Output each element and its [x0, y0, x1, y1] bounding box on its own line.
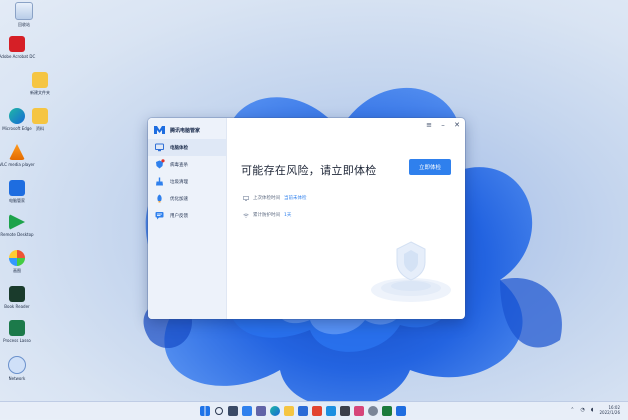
sidebar-nav: 电脑体检 病毒查杀 垃圾清理 优化加速 用户反馈 — [148, 139, 226, 224]
desktop-icon-reader[interactable]: Book Reader — [0, 286, 40, 314]
last-check-value[interactable]: 当前未体检 — [284, 195, 307, 201]
edge-icon[interactable] — [270, 406, 280, 416]
ebook-icon — [9, 286, 25, 302]
folder-icon — [32, 108, 48, 124]
search-icon[interactable] — [215, 407, 223, 415]
feedback-icon — [155, 212, 164, 220]
remote-desktop-icon — [9, 214, 25, 230]
desktop-icon-process[interactable]: Process Lasso — [0, 320, 40, 348]
office-icon[interactable] — [312, 406, 322, 416]
paint-icon — [9, 250, 25, 266]
network-icon[interactable]: ◔ — [580, 407, 584, 413]
vlc-icon — [9, 144, 25, 160]
photos-icon[interactable] — [340, 406, 350, 416]
taskbar-apps — [200, 406, 406, 416]
mail-icon[interactable] — [326, 406, 336, 416]
monitor-icon — [243, 195, 249, 201]
shield-illustration — [371, 241, 451, 302]
sidebar-item-checkup[interactable]: 电脑体检 — [148, 139, 226, 156]
desktop-icons: 回收站 Adobe Acrobat DC 新建文件夹 Microsoft Edg… — [0, 0, 60, 400]
bar-chart-icon — [9, 320, 25, 336]
desktop-icon-remote[interactable]: Remote Desktop — [0, 214, 40, 242]
file-explorer-icon[interactable] — [284, 406, 294, 416]
clock[interactable]: 16:02 2022/1/26 — [599, 405, 620, 415]
desktop-icon-adobe-acrobat[interactable]: Adobe Acrobat DC — [0, 36, 40, 64]
protection-time-value: 1天 — [284, 213, 292, 218]
pc-manager-taskbar-icon[interactable] — [396, 406, 406, 416]
terminal-icon[interactable] — [382, 406, 392, 416]
sidebar-item-feedback[interactable]: 用户反馈 — [148, 207, 226, 224]
pc-manager-window: 腾讯电脑管家 电脑体检 病毒查杀 垃圾清理 优化加速 用户反馈 ≡ – ✕ 可能… — [148, 118, 465, 319]
folder-icon — [32, 72, 48, 88]
clock-date: 2022/1/26 — [599, 410, 620, 415]
chevron-up-icon[interactable]: ⌃ — [570, 407, 574, 413]
desktop-icon-paint[interactable]: 画图 — [0, 250, 40, 278]
last-check-label: 上次体检时间 — [253, 196, 280, 201]
acrobat-icon — [9, 36, 25, 52]
desktop-icon-pc-manager[interactable]: 电脑管家 — [0, 180, 40, 208]
chat-icon[interactable] — [256, 406, 266, 416]
system-tray: ⌃ ◔ ◖ 16:02 2022/1/26 — [570, 405, 620, 415]
start-checkup-button[interactable]: 立即体检 — [409, 159, 451, 175]
last-check-row: 上次体检时间 当前未体检 — [243, 195, 307, 201]
main-panel: 可能存在风险，请立即体检 立即体检 上次体检时间 当前未体检 累计防护时间 1天 — [227, 118, 465, 319]
taskbar: ⌃ ◔ ◖ 16:02 2022/1/26 — [0, 401, 628, 420]
desktop-icon-folder-2[interactable]: 资料 — [17, 108, 63, 136]
sidebar-item-virus-scan[interactable]: 病毒查杀 — [148, 156, 226, 173]
desktop-icon-network[interactable]: Network — [0, 356, 40, 386]
monitor-icon — [155, 143, 164, 152]
windows-start-icon[interactable] — [200, 406, 210, 416]
desktop-icon-folder[interactable]: 新建文件夹 — [17, 72, 63, 100]
recycle-bin-icon — [15, 2, 33, 20]
protection-time-label: 累计防护时间 — [253, 213, 280, 218]
sidebar: 腾讯电脑管家 电脑体检 病毒查杀 垃圾清理 优化加速 用户反馈 — [148, 118, 227, 319]
protection-time-row: 累计防护时间 1天 — [243, 212, 291, 218]
volume-icon[interactable]: ◖ — [591, 407, 594, 413]
settings-icon[interactable] — [368, 406, 378, 416]
desktop-icon-recycle-bin[interactable]: 回收站 — [1, 2, 47, 32]
rocket-icon — [157, 194, 162, 203]
app-brand: 腾讯电脑管家 — [154, 124, 200, 136]
wifi-icon — [243, 213, 249, 218]
network-icon — [8, 356, 26, 374]
pc-manager-icon — [9, 180, 25, 196]
widgets-icon[interactable] — [242, 406, 252, 416]
app-title: 腾讯电脑管家 — [170, 127, 201, 134]
task-view-icon[interactable] — [228, 406, 238, 416]
sidebar-item-cleanup[interactable]: 垃圾清理 — [148, 173, 226, 190]
sidebar-item-optimize[interactable]: 优化加速 — [148, 190, 226, 207]
shield-virus-icon — [156, 159, 165, 169]
risk-headline: 可能存在风险，请立即体检 — [241, 164, 377, 177]
store-icon[interactable] — [298, 406, 308, 416]
desktop-icon-vlc[interactable]: VLC media player — [0, 144, 40, 172]
media-icon[interactable] — [354, 406, 364, 416]
broom-icon — [156, 177, 163, 186]
app-logo-icon — [154, 126, 165, 134]
